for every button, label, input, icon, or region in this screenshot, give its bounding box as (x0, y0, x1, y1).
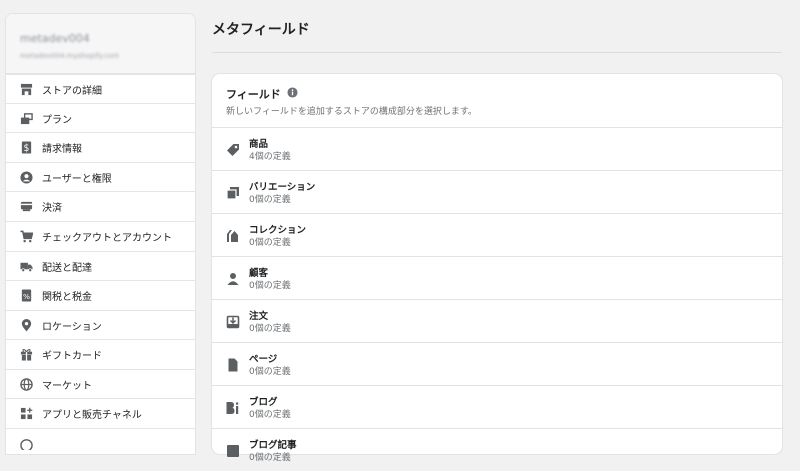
sidebar-item-label: マーケット (42, 380, 92, 392)
order-icon (226, 315, 240, 329)
row-name: 商品 (249, 139, 269, 150)
settings-sidebar: metadev004 metadev004.myshopify.com ストアの… (5, 13, 196, 455)
row-count: 0個の定義 (249, 453, 291, 463)
title-divider (212, 52, 782, 53)
sidebar-item-store-details[interactable]: ストアの詳細 (6, 74, 195, 103)
store-icon (19, 82, 33, 96)
cart-icon (19, 229, 33, 243)
sidebar-item-users[interactable]: ユーザーと権限 (6, 162, 195, 191)
row-name: ページ (249, 354, 278, 365)
sidebar-item-payments[interactable]: 決済 (6, 191, 195, 220)
apps-icon (19, 406, 33, 420)
sidebar-item-label: ギフトカード (42, 350, 102, 362)
store-name: metadev004 (20, 32, 90, 45)
store-header[interactable]: metadev004 metadev004.myshopify.com (6, 14, 195, 74)
customer-icon (226, 272, 240, 286)
sidebar-item-shipping[interactable]: 配送と配達 (6, 251, 195, 280)
row-name: ブログ記事 (249, 440, 297, 451)
truck-icon (19, 259, 33, 273)
plan-icon (19, 111, 33, 125)
row-count: 0個の定義 (249, 324, 291, 334)
resource-row-orders[interactable]: 注文 0個の定義 (212, 299, 782, 342)
sidebar-item-label: 決済 (42, 202, 62, 214)
blog-post-icon (226, 444, 240, 458)
sidebar-item-label: チェックアウトとアカウント (42, 232, 172, 244)
user-icon (19, 170, 33, 184)
fields-card: フィールド 新しいフィールドを追加するストアの構成部分を選択します。 商品 4個… (212, 74, 782, 463)
page-title: メタフィールド (212, 22, 310, 38)
sidebar-item-next[interactable] (6, 428, 195, 454)
sidebar-item-apps[interactable]: アプリと販売チャネル (6, 398, 195, 427)
svg-text:%: % (22, 291, 29, 300)
sidebar-item-label: ストアの詳細 (42, 85, 102, 97)
sidebar-item-gift-cards[interactable]: ギフトカード (6, 339, 195, 368)
sidebar-item-label: 関税と税金 (42, 291, 92, 303)
sidebar-item-label: 配送と配達 (42, 262, 92, 274)
resource-row-blog-posts[interactable]: ブログ記事 0個の定義 (212, 428, 782, 471)
row-count: 0個の定義 (249, 410, 291, 420)
svg-text:$: $ (23, 143, 29, 154)
row-name: バリエーション (249, 182, 316, 193)
location-pin-icon (19, 318, 33, 332)
collection-icon (226, 229, 240, 243)
resource-row-customers[interactable]: 顧客 0個の定義 (212, 256, 782, 299)
row-count: 4個の定義 (249, 152, 291, 162)
billing-icon: $ (19, 140, 33, 154)
row-name: コレクション (249, 225, 307, 236)
sidebar-item-label: ロケーション (42, 321, 102, 333)
tax-icon: % (19, 288, 33, 302)
store-url: metadev004.myshopify.com (20, 52, 120, 60)
sidebar-item-taxes[interactable]: % 関税と税金 (6, 280, 195, 309)
sidebar-item-label: アプリと販売チャネル (42, 409, 142, 421)
globe-icon (19, 377, 33, 391)
page-icon (226, 358, 240, 372)
sidebar-item-label: ユーザーと権限 (42, 173, 112, 185)
row-name: 顧客 (249, 268, 269, 279)
resource-row-pages[interactable]: ページ 0個の定義 (212, 342, 782, 385)
sidebar-item-locations[interactable]: ロケーション (6, 310, 195, 339)
sidebar-item-plan[interactable]: プラン (6, 103, 195, 132)
resource-row-collections[interactable]: コレクション 0個の定義 (212, 213, 782, 256)
gift-icon (19, 347, 33, 361)
row-count: 0個の定義 (249, 367, 291, 377)
sidebar-item-label: 請求情報 (42, 143, 82, 155)
blog-icon (226, 401, 240, 415)
resource-row-blogs[interactable]: ブログ 0個の定義 (212, 385, 782, 428)
variants-icon (226, 186, 240, 200)
sidebar-item-markets[interactable]: マーケット (6, 369, 195, 398)
row-name: 注文 (249, 311, 269, 322)
card-subtitle: 新しいフィールドを追加するストアの構成部分を選択します。 (226, 107, 477, 117)
sidebar-item-label: プラン (42, 114, 72, 126)
partial-icon (19, 436, 33, 450)
resource-row-products[interactable]: 商品 4個の定義 (212, 127, 782, 170)
payment-card-icon (19, 199, 33, 213)
row-name: ブログ (249, 397, 278, 408)
row-count: 0個の定義 (249, 238, 291, 248)
resource-row-variants[interactable]: バリエーション 0個の定義 (212, 170, 782, 213)
tag-icon (226, 143, 240, 157)
row-count: 0個の定義 (249, 195, 291, 205)
sidebar-item-billing[interactable]: $ 請求情報 (6, 132, 195, 161)
card-title: フィールド (226, 86, 298, 102)
card-title-text: フィールド (226, 88, 281, 101)
row-count: 0個の定義 (249, 281, 291, 291)
info-icon[interactable] (287, 87, 298, 101)
sidebar-item-checkout[interactable]: チェックアウトとアカウント (6, 221, 195, 250)
